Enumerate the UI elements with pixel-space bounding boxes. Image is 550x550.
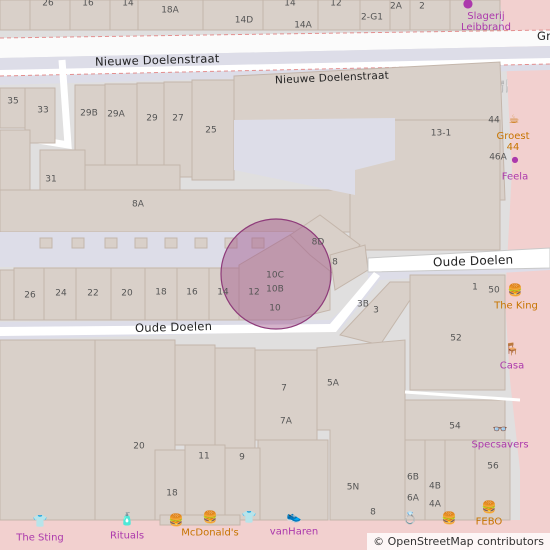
house-number: 26 bbox=[24, 290, 36, 301]
house-number: 8A bbox=[132, 199, 144, 210]
house-number: 35 bbox=[7, 96, 19, 107]
house-number: 14A bbox=[294, 20, 312, 31]
road-label-oude-doelen-2: Oude Doelen bbox=[432, 252, 514, 270]
fast-food-icon: 🍔 bbox=[168, 513, 184, 527]
poi-groest-44[interactable]: Groest 44 bbox=[493, 131, 533, 153]
house-number: 14 bbox=[217, 287, 229, 298]
house-number: 54 bbox=[449, 421, 461, 432]
house-number: 2 bbox=[419, 1, 425, 12]
house-number: 22 bbox=[87, 288, 99, 299]
house-number: 2A bbox=[390, 1, 402, 12]
house-number: 7A bbox=[280, 416, 292, 427]
house-number: 20 bbox=[133, 441, 145, 452]
house-number: 10B bbox=[266, 284, 284, 295]
attribution-text[interactable]: © OpenStreetMap contributors bbox=[373, 535, 544, 548]
map-canvas[interactable]: Nieuwe Doelenstraat Nieuwe Doelenstraat … bbox=[0, 0, 550, 550]
house-number: 7 bbox=[281, 383, 287, 394]
house-number: 18 bbox=[166, 488, 178, 499]
poi-febo[interactable]: FEBO bbox=[476, 517, 503, 528]
jewelry-icon: 💍 bbox=[402, 511, 418, 525]
house-number: 8 bbox=[370, 507, 376, 518]
house-number: 13-1 bbox=[430, 128, 452, 139]
house-number: 50 bbox=[488, 285, 500, 296]
house-number: 1 bbox=[472, 282, 478, 293]
house-number: 14 bbox=[284, 0, 296, 9]
house-number: 3 bbox=[373, 305, 379, 316]
map-attribution[interactable]: © OpenStreetMap contributors bbox=[367, 533, 550, 550]
house-number: 4B bbox=[429, 481, 441, 492]
fast-food-icon: 🍔 bbox=[202, 510, 218, 524]
house-number: 16 bbox=[186, 287, 198, 298]
shoe-icon: 👟 bbox=[286, 509, 302, 523]
house-number: 2-G1 bbox=[360, 12, 384, 23]
poi-rituals[interactable]: Rituals bbox=[110, 531, 144, 542]
house-number: 9 bbox=[239, 452, 245, 463]
clothes-icon: 👕 bbox=[32, 514, 48, 528]
house-number: 14D bbox=[234, 15, 254, 26]
house-number: 14 bbox=[122, 0, 134, 9]
house-number: 29A bbox=[107, 109, 125, 120]
clothes-icon: 👕 bbox=[241, 510, 257, 524]
optician-icon: 👓 bbox=[492, 422, 508, 436]
dot-icon: ● bbox=[511, 155, 519, 164]
furniture-icon: 🪑 bbox=[504, 342, 520, 356]
house-number: 18A bbox=[161, 5, 179, 16]
perfume-icon: 🧴 bbox=[119, 512, 135, 526]
house-number: 12 bbox=[248, 287, 260, 298]
house-number: 44 bbox=[488, 115, 500, 126]
house-number: 10 bbox=[269, 303, 281, 314]
house-number: 56 bbox=[487, 461, 499, 472]
house-number: 52 bbox=[450, 333, 462, 344]
house-number: 18 bbox=[155, 287, 167, 298]
house-number: 12 bbox=[330, 0, 342, 9]
road-label-gr: Gr bbox=[537, 29, 550, 43]
fast-food-icon: 🍔 bbox=[507, 283, 523, 297]
road-label-oude-doelen: Oude Doelen bbox=[134, 318, 213, 336]
house-number: 4A bbox=[429, 499, 441, 510]
house-number: 27 bbox=[172, 113, 184, 124]
house-number: 29 bbox=[146, 113, 158, 124]
house-number: 25 bbox=[205, 125, 217, 136]
house-number: 33 bbox=[37, 105, 49, 116]
house-number: 5N bbox=[346, 482, 360, 493]
house-number: 26 bbox=[42, 0, 54, 9]
person-icon: ● bbox=[462, 0, 474, 10]
house-number: 10C bbox=[266, 270, 284, 281]
house-number: 46A bbox=[489, 152, 507, 163]
house-number: 31 bbox=[45, 174, 57, 185]
house-number: 6A bbox=[407, 493, 419, 504]
house-number: 5A bbox=[327, 378, 339, 389]
house-number: 29B bbox=[80, 108, 98, 119]
house-number: 8D bbox=[311, 237, 325, 248]
house-number: 8 bbox=[332, 257, 338, 268]
poi-the-sting[interactable]: The Sting bbox=[16, 533, 64, 544]
poi-casa[interactable]: Casa bbox=[500, 361, 524, 372]
house-number: 11 bbox=[198, 451, 210, 462]
house-number: 6B bbox=[407, 472, 419, 483]
poi-specsavers[interactable]: Specsavers bbox=[471, 440, 528, 451]
house-number: 24 bbox=[55, 288, 67, 299]
cafe-icon: ☕ bbox=[508, 112, 520, 126]
fast-food-icon: 🍔 bbox=[481, 500, 497, 514]
restaurant-icon: 🍴 bbox=[497, 79, 513, 93]
poi-vanharen[interactable]: vanHaren bbox=[270, 527, 318, 538]
house-number: 16 bbox=[82, 0, 94, 9]
house-number: 20 bbox=[121, 288, 133, 299]
house-number: 3B bbox=[357, 299, 369, 310]
poi-slagerij-leibbrand[interactable]: Slagerij Leibbrand bbox=[451, 11, 521, 33]
poi-the-king[interactable]: The King bbox=[494, 301, 538, 312]
poi-mcdonalds[interactable]: McDonald's bbox=[181, 528, 239, 539]
fast-food-icon: 🍔 bbox=[441, 511, 457, 525]
poi-feela[interactable]: Feela bbox=[502, 172, 528, 183]
